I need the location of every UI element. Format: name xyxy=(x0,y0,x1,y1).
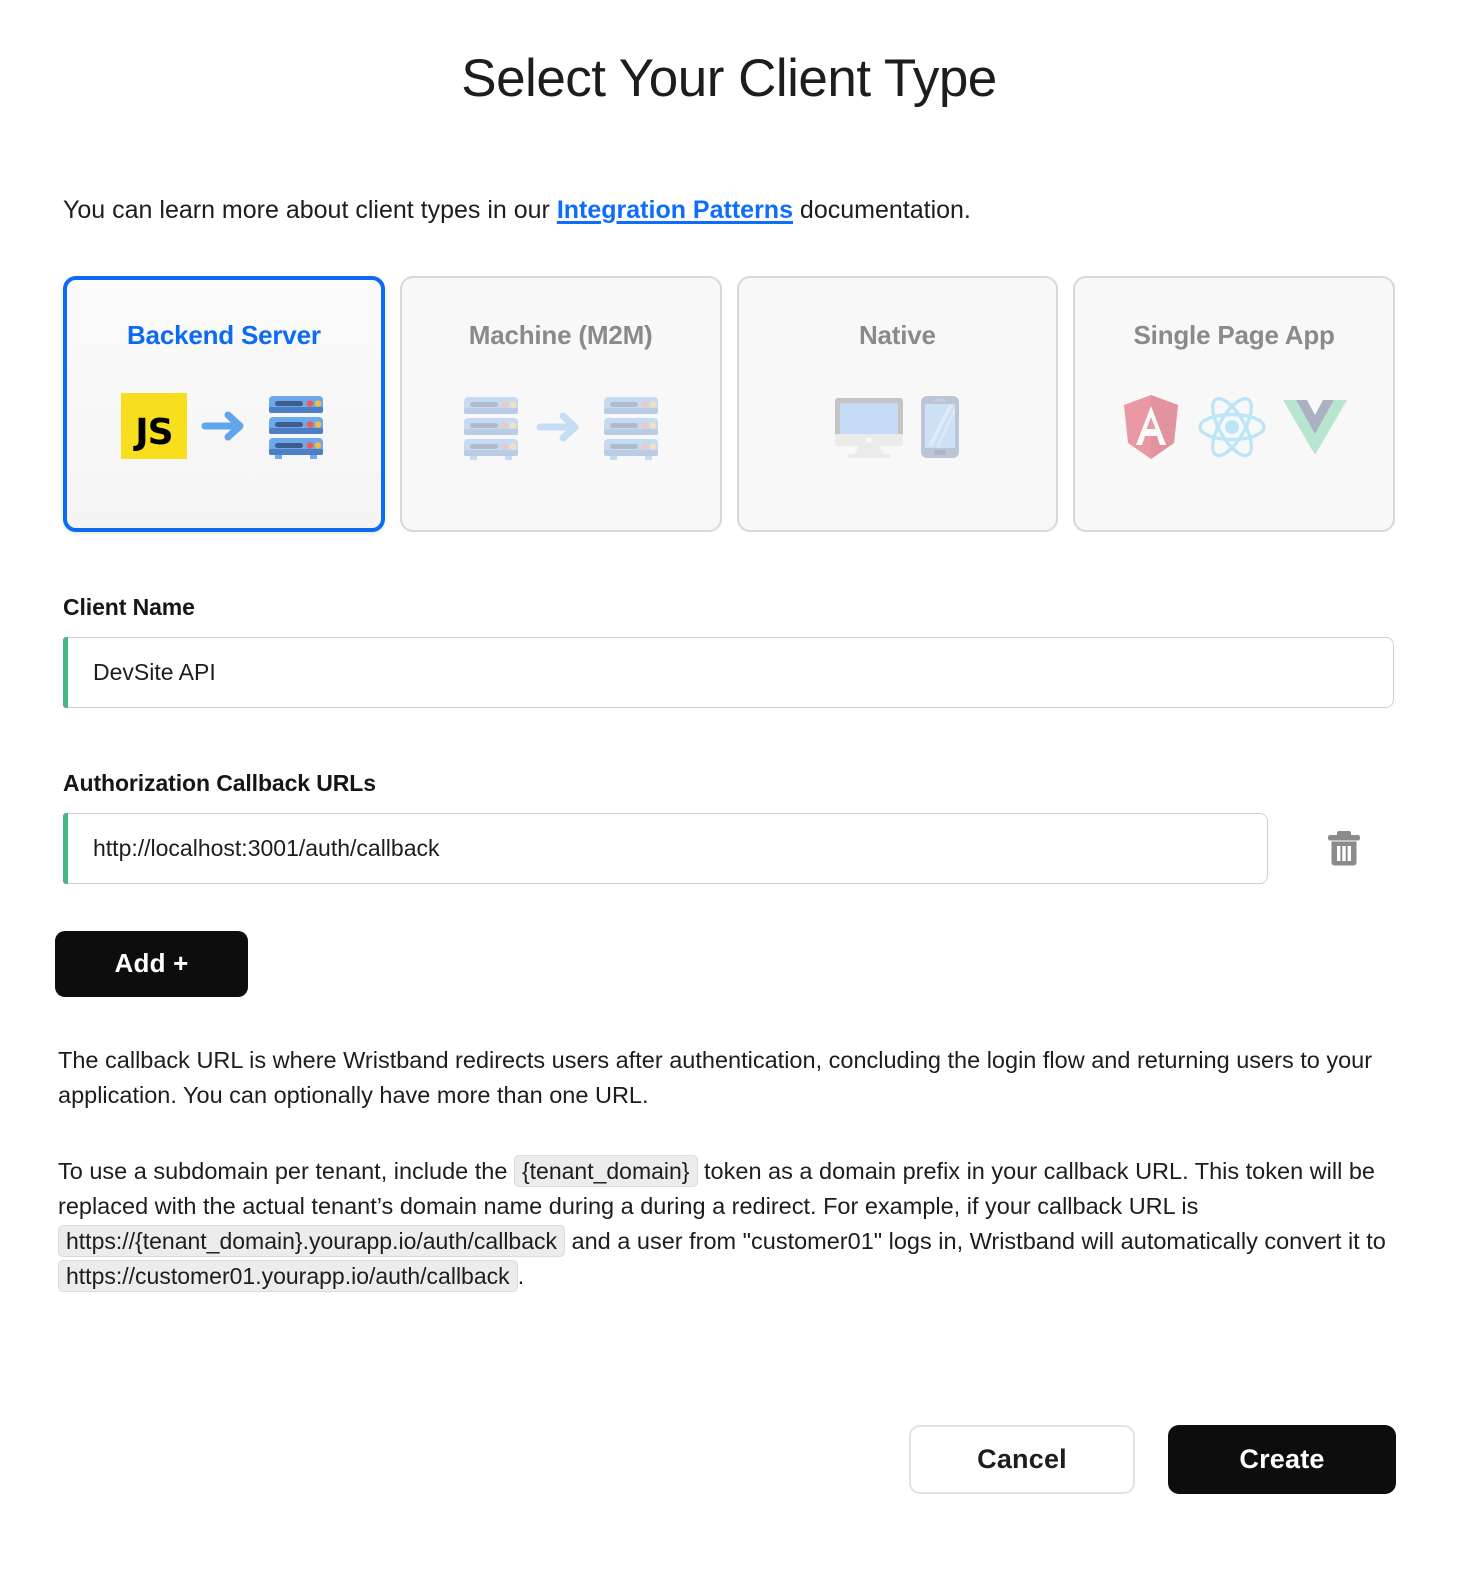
trash-icon xyxy=(1328,831,1360,866)
card-art-native xyxy=(739,351,1057,530)
server-rack-icon xyxy=(463,397,518,461)
card-label-single-page-app: Single Page App xyxy=(1133,319,1335,350)
help-p2-part3: and a user from "customer01" logs in, Wr… xyxy=(565,1227,1386,1254)
arrow-right-icon xyxy=(201,411,244,441)
client-type-card-backend-server[interactable]: Backend Server JS xyxy=(63,275,385,532)
callback-urls-label: Authorization Callback URLs xyxy=(63,769,376,796)
client-type-page: Select Your Client Type You can learn mo… xyxy=(0,0,1458,1584)
js-logo-icon: JS xyxy=(120,393,187,460)
callback-help-paragraph-2: To use a subdomain per tenant, include t… xyxy=(0,1154,1458,1293)
react-logo-icon xyxy=(1198,397,1266,458)
integration-patterns-link[interactable]: Integration Patterns xyxy=(557,196,793,224)
intro-before: You can learn more about client types in… xyxy=(63,196,557,225)
vue-logo-icon xyxy=(1283,400,1348,456)
client-type-card-machine-m2m[interactable]: Machine (M2M) xyxy=(399,275,722,532)
intro-after: documentation. xyxy=(792,196,971,225)
callback-url-row xyxy=(63,812,1395,884)
client-type-card-single-page-app[interactable]: Single Page App xyxy=(1073,275,1395,532)
tenant-domain-token: {tenant_domain} xyxy=(513,1155,698,1188)
help-p2-part1: To use a subdomain per tenant, include t… xyxy=(58,1158,514,1185)
cancel-button[interactable]: Cancel xyxy=(909,1425,1135,1494)
card-label-machine-m2m: Machine (M2M) xyxy=(468,319,653,350)
callback-url-input-shell xyxy=(63,812,1268,884)
client-type-card-native[interactable]: Native xyxy=(736,275,1059,532)
callback-url-input[interactable] xyxy=(68,812,1268,884)
client-name-input-shell xyxy=(63,636,1394,708)
client-type-card-list: Backend Server JS Machine (M2M) Native S… xyxy=(0,275,1458,532)
client-name-field-block: Client Name xyxy=(0,594,1458,708)
delete-callback-url-button[interactable] xyxy=(1324,826,1364,870)
server-rack-icon xyxy=(603,397,658,461)
callback-help-paragraph-1: The callback URL is where Wristband redi… xyxy=(58,1046,1373,1108)
intro-text: You can learn more about client types in… xyxy=(0,194,1458,227)
card-art-single-page-app xyxy=(1075,351,1393,530)
server-rack-icon xyxy=(268,396,323,460)
add-callback-url-button[interactable]: Add + xyxy=(55,930,248,997)
card-label-native: Native xyxy=(858,319,936,350)
example-callback-url-token: https://{tenant_domain}.yourapp.io/auth/… xyxy=(58,1224,566,1257)
client-name-input-wrap xyxy=(63,636,1395,708)
create-button[interactable]: Create xyxy=(1168,1425,1396,1494)
card-art-backend-server: JS xyxy=(67,351,381,528)
mobile-phone-icon xyxy=(921,396,960,459)
resolved-callback-url-token: https://customer01.yourapp.io/auth/callb… xyxy=(58,1259,518,1292)
page-title: Select Your Client Type xyxy=(461,49,997,108)
arrow-right-icon xyxy=(536,412,579,442)
desktop-monitor-icon xyxy=(835,398,904,459)
client-name-label: Client Name xyxy=(63,593,195,620)
footer-actions: Cancel Create xyxy=(909,1425,1396,1494)
help-p2-part4: . xyxy=(517,1262,525,1289)
card-art-machine-m2m xyxy=(402,351,720,530)
client-name-input[interactable] xyxy=(68,636,1394,708)
angular-logo-icon xyxy=(1124,395,1179,460)
callback-urls-field-block: Authorization Callback URLs xyxy=(0,770,1458,884)
card-label-backend-server: Backend Server xyxy=(126,319,321,350)
